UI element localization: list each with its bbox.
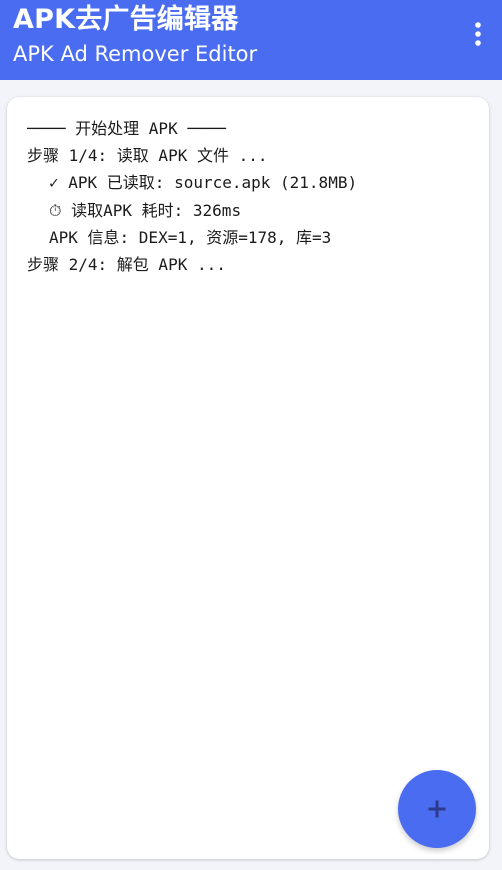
log-output: ──── 开始处理 APK ──── 步骤 1/4: 读取 APK 文件 ...… — [27, 115, 477, 278]
log-card: ──── 开始处理 APK ──── 步骤 1/4: 读取 APK 文件 ...… — [7, 97, 489, 859]
log-line-read-time: ⏱ 读取APK 耗时: 326ms — [49, 200, 242, 220]
add-fab-button[interactable] — [398, 770, 476, 848]
app-bar: APK去广告编辑器 APK Ad Remover Editor — [0, 0, 502, 80]
app-subtitle: APK Ad Remover Editor — [13, 42, 258, 66]
add-icon — [428, 800, 446, 818]
log-line-step-1: 步骤 1/4: 读取 APK 文件 ... — [27, 146, 268, 166]
overflow-menu-button[interactable] — [466, 17, 490, 51]
log-line-apk-read: ✓ APK 已读取: source.apk (21.8MB) — [49, 173, 358, 193]
app-title: APK去广告编辑器 — [13, 4, 239, 35]
log-line-header: ──── 开始处理 APK ──── — [27, 119, 226, 138]
log-line-step-2: 步骤 2/4: 解包 APK ... — [27, 254, 226, 274]
log-line-apk-info: APK 信息: DEX=1, 资源=178, 库=3 — [49, 227, 332, 247]
more-vert-icon — [475, 22, 481, 46]
